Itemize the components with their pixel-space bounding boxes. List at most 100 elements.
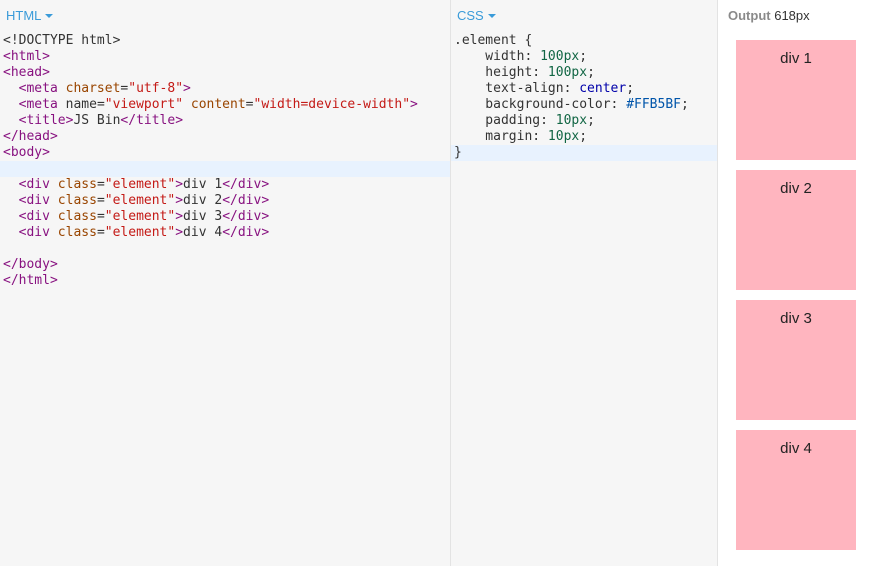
output-header: Output 618px	[728, 8, 810, 23]
code-token: "element"	[104, 225, 176, 240]
code-line[interactable]: <div class="element">div 3</div>	[0, 209, 450, 225]
code-token: 100px	[540, 49, 580, 64]
code-token: name	[65, 97, 97, 112]
code-line[interactable]: padding: 10px;	[451, 113, 717, 129]
caret-down-icon	[45, 13, 54, 18]
code-token: "element"	[104, 193, 176, 208]
code-line[interactable]: }	[451, 145, 717, 161]
css-editor-panel[interactable]: CSS .element { width: 100px; height: 100…	[451, 0, 718, 566]
code-line[interactable]: <html>	[0, 49, 450, 65]
output-panel-label: Output	[728, 8, 771, 23]
code-line[interactable]: background-color: #FFB5BF;	[451, 97, 717, 113]
caret-down-icon	[487, 13, 496, 18]
code-token: JS Bin	[73, 113, 121, 128]
code-token: #FFB5BF	[626, 97, 681, 112]
code-line[interactable]: </body>	[0, 257, 450, 273]
code-line[interactable]: <div class="element">div 4</div>	[0, 225, 450, 241]
code-token: }	[454, 145, 462, 160]
code-token: class	[57, 209, 97, 224]
code-line[interactable]: width: 100px;	[451, 49, 717, 65]
code-token: 10px	[547, 129, 580, 144]
code-line[interactable]: </head>	[0, 129, 450, 145]
code-line[interactable]: <title>JS Bin</title>	[0, 113, 450, 129]
code-token: >	[183, 81, 191, 96]
html-panel-toggle[interactable]: HTML	[6, 8, 54, 23]
code-token: =	[96, 209, 105, 224]
code-line[interactable]	[0, 161, 450, 177]
code-token: >	[175, 193, 184, 208]
html-panel-label: HTML	[6, 8, 42, 23]
css-panel-label: CSS	[457, 8, 484, 23]
code-token: ;	[626, 81, 635, 96]
code-token: class	[57, 177, 97, 192]
code-line[interactable]: <meta name="viewport" content="width=dev…	[0, 97, 450, 113]
code-token: >	[175, 209, 184, 224]
code-token: <head>	[3, 65, 50, 80]
code-token: ;	[680, 97, 689, 112]
code-line[interactable]: height: 100px;	[451, 65, 717, 81]
code-token: <meta	[18, 97, 66, 112]
output-element-box: div 4	[736, 430, 856, 550]
code-token: >	[175, 225, 184, 240]
code-token: ;	[579, 129, 588, 144]
code-token: <div	[18, 225, 58, 240]
code-token: </body>	[3, 257, 58, 272]
code-token: margin:	[454, 129, 548, 144]
code-token: width:	[454, 49, 541, 64]
code-token: 100px	[547, 65, 588, 80]
code-token: "viewport"	[104, 97, 184, 112]
code-line[interactable]: <head>	[0, 65, 450, 81]
code-token: </html>	[3, 273, 58, 288]
code-token: "utf-8"	[128, 81, 184, 96]
html-code-editor[interactable]: <!DOCTYPE html> <html> <head> <meta charse…	[0, 33, 450, 289]
code-token: >	[410, 97, 418, 112]
code-token: class	[57, 225, 97, 240]
code-token: "element"	[104, 177, 176, 192]
html-editor-panel[interactable]: HTML <!DOCTYPE html> <html> <head> <meta c…	[0, 0, 451, 566]
code-token: class	[57, 193, 97, 208]
code-token: =	[96, 177, 105, 192]
code-line[interactable]: </html>	[0, 273, 450, 289]
code-line[interactable]	[0, 241, 450, 257]
code-line[interactable]: <!DOCTYPE html>	[0, 33, 450, 49]
css-code-editor[interactable]: .element { width: 100px; height: 100px; …	[451, 33, 717, 161]
code-token: center	[579, 81, 627, 96]
code-token: div 1	[183, 177, 223, 192]
code-token: </div>	[222, 193, 270, 208]
code-token: </div>	[222, 177, 270, 192]
code-token: </title>	[120, 113, 184, 128]
output-width-readout: 618px	[774, 8, 810, 23]
code-token: "element"	[104, 209, 176, 224]
code-token: =	[96, 97, 105, 112]
code-line[interactable]: <body>	[0, 145, 450, 161]
code-token: </head>	[3, 129, 58, 144]
code-token: text-align:	[454, 81, 580, 96]
code-token: ;	[579, 49, 588, 64]
code-line[interactable]: <div class="element">div 2</div>	[0, 193, 450, 209]
css-panel-toggle[interactable]: CSS	[457, 8, 496, 23]
code-token: height:	[454, 65, 548, 80]
code-token: <body>	[3, 145, 50, 160]
code-line[interactable]: text-align: center;	[451, 81, 717, 97]
code-token: padding:	[454, 113, 556, 128]
output-panel: Output 618px div 1 div 2 div 3 div 4	[718, 0, 895, 566]
output-element-box: div 2	[736, 170, 856, 290]
code-token: ;	[587, 65, 595, 80]
code-token: <!DOCTYPE html>	[3, 33, 121, 48]
output-preview: div 1 div 2 div 3 div 4	[736, 40, 856, 560]
code-line[interactable]: <meta charset="utf-8">	[0, 81, 450, 97]
code-line[interactable]: <div class="element">div 1</div>	[0, 177, 450, 193]
code-line[interactable]: margin: 10px;	[451, 129, 717, 145]
code-line[interactable]: .element {	[451, 33, 717, 49]
code-token: div 4	[183, 225, 223, 240]
code-token: content	[183, 97, 246, 112]
code-token: ;	[587, 113, 595, 128]
code-token: >	[175, 177, 184, 192]
code-token: <html>	[3, 49, 50, 64]
